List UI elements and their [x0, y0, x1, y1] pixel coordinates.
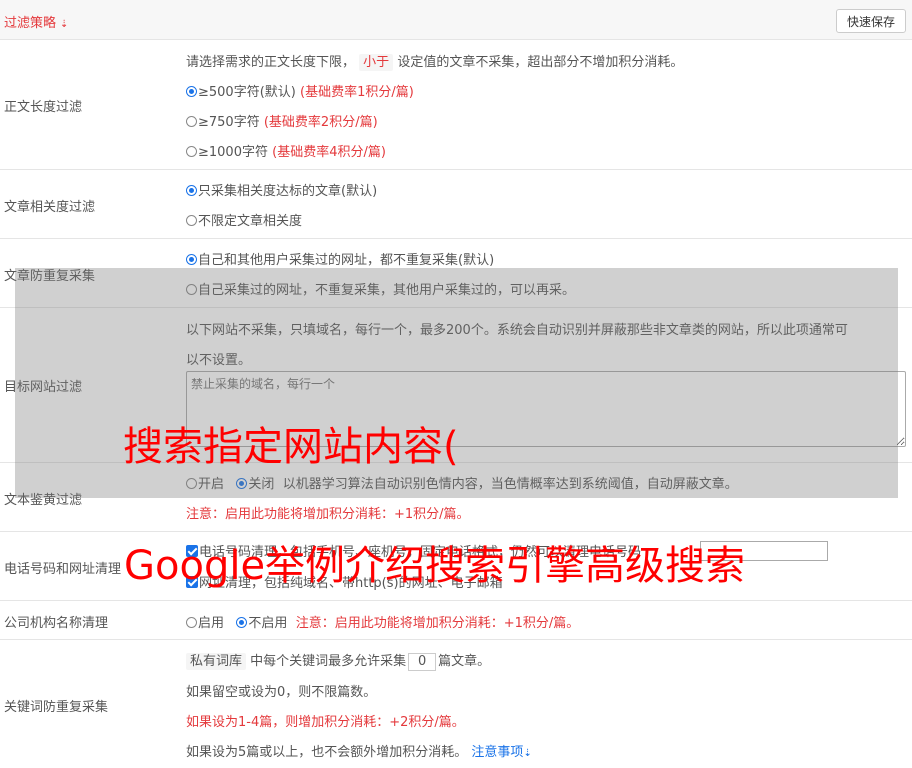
- private-lexicon-badge[interactable]: 私有词库: [186, 653, 247, 670]
- row-site-filter: 目标网站过滤 以下网站不采集，只填域名，每行一个，最多200个。系统会自动识别并…: [0, 308, 912, 463]
- radio-selected[interactable]: [236, 617, 248, 628]
- porn-option-off[interactable]: 关闭: [236, 477, 274, 492]
- keyword-text: 篇文章。: [438, 654, 491, 669]
- option-note: (基础费率2积分/篇): [263, 115, 378, 130]
- option-note: (基础费率4积分/篇): [272, 145, 386, 160]
- dedupe-option-self[interactable]: 自己采集过的网址，不重复采集，其他用户采集过的，可以再采。: [186, 279, 575, 298]
- option-note: (基础费率1积分/篇): [300, 85, 414, 100]
- option-label: 电话号码清理，包括手机号、座机号，固定电话格式，仍然可以清理电话号码: [199, 545, 642, 560]
- keyword-text: 中每个关键词最多允许采集: [250, 654, 407, 669]
- porn-options: 开启 关闭 以机器学习算法自动识别色情内容，当色情概率达到系统阈值，自动屏蔽文章…: [186, 473, 738, 492]
- site-description-1: 以下网站不采集，只填域名，每行一个，最多200个。系统会自动识别并屏蔽那些非文章…: [186, 323, 848, 338]
- keyword-note-3: 如果设为1-4篇，则增加积分消耗：+2积分/篇。: [186, 715, 465, 730]
- option-label: 不限定文章相关度: [198, 214, 303, 229]
- radio-selected[interactable]: [186, 86, 197, 97]
- row-label: 目标网站过滤: [4, 380, 83, 395]
- row-label: 电话号码和网址清理: [4, 562, 122, 577]
- filter-header: 过滤策略 ⇣ 快速保存: [0, 0, 912, 40]
- row-label: 公司机构名称清理: [4, 616, 109, 631]
- row-keyword-dedupe: 关键词防重复采集 私有词库 中每个关键词最多允许采集 0 篇文章。 如果留空或设为0…: [0, 640, 912, 768]
- row-company-cleanup: 公司机构名称清理 启用 不启用 注意：启用此功能将增加积分消耗：+1积分/篇。: [0, 601, 912, 640]
- radio-unselected[interactable]: [186, 478, 197, 489]
- radio-unselected[interactable]: [186, 215, 197, 226]
- radio-unselected[interactable]: [186, 146, 197, 157]
- row-relevance: 文章相关度过滤 只采集相关度达标的文章(默认) 不限定文章相关度: [0, 170, 912, 239]
- keyword-note-2: 如果留空或设为0，则不限篇数。: [186, 685, 377, 700]
- option-label: ≥750字符: [198, 115, 260, 130]
- chevron-double-down-icon: ⇣: [60, 19, 69, 30]
- porn-description: 以机器学习算法自动识别色情内容，当色情概率达到系统阈值，自动屏蔽文章。: [282, 477, 738, 492]
- porn-option-on[interactable]: 开启: [186, 477, 224, 492]
- site-description-2: 以不设置。: [186, 353, 252, 368]
- row-length: 正文长度过滤 请选择需求的正文长度下限， 小于 设定值的文章不采集，超出部分不增…: [0, 40, 912, 170]
- row-label: 正文长度过滤: [4, 100, 83, 115]
- option-label: 关闭: [248, 477, 275, 492]
- option-label: 自己采集过的网址，不重复采集，其他用户采集过的，可以再采。: [198, 283, 576, 298]
- row-dedupe: 文章防重复采集 自己和其他用户采集过的网址，都不重复采集(默认) 自己采集过的网…: [0, 239, 912, 308]
- url-cleanup-option[interactable]: 网址清理，包括纯域名、带http(s)的网址、电子邮箱: [186, 572, 503, 591]
- row-label: 文本鉴黄过滤: [4, 493, 83, 508]
- option-label: 不启用: [248, 616, 288, 631]
- notes-link[interactable]: 注意事项⇣: [471, 745, 531, 760]
- row-label: 文章防重复采集: [4, 269, 96, 284]
- option-label: 自己和其他用户采集过的网址，都不重复采集(默认): [198, 253, 495, 268]
- company-option-on[interactable]: 启用: [186, 616, 224, 631]
- radio-selected[interactable]: [186, 254, 197, 265]
- length-option-1000[interactable]: ≥1000字符 (基础费率4积分/篇): [186, 141, 386, 160]
- checkbox-checked[interactable]: [186, 576, 198, 588]
- dedupe-option-all[interactable]: 自己和其他用户采集过的网址，都不重复采集(默认): [186, 249, 494, 268]
- row-label: 文章相关度过滤: [4, 200, 96, 215]
- radio-unselected[interactable]: [186, 284, 197, 295]
- keyword-note-4: 如果设为5篇或以上，也不会额外增加积分消耗。 注意事项⇣: [186, 741, 532, 760]
- radio-selected[interactable]: [236, 478, 248, 489]
- row-porn-filter: 文本鉴黄过滤 开启 关闭 以机器学习算法自动识别色情内容，当色情概率达到系统阈值…: [0, 463, 912, 532]
- porn-cost-note: 注意：启用此功能将增加积分消耗：+1积分/篇。: [186, 507, 470, 522]
- keyword-limit-line: 私有词库 中每个关键词最多允许采集 0 篇文章。: [186, 650, 490, 671]
- option-label: 只采集相关度达标的文章(默认): [198, 184, 378, 199]
- company-option-off[interactable]: 不启用: [236, 616, 287, 631]
- option-label: 启用: [198, 616, 225, 631]
- option-label: ≥1000字符: [198, 145, 268, 160]
- company-options: 启用 不启用 注意：启用此功能将增加积分消耗：+1积分/篇。: [186, 612, 579, 631]
- radio-selected[interactable]: [186, 185, 197, 196]
- length-description: 请选择需求的正文长度下限， 小于 设定值的文章不采集，超出部分不增加积分消耗。: [186, 51, 684, 71]
- less-than-badge: 小于: [359, 54, 394, 71]
- option-label: 网址清理，包括纯域名、带http(s)的网址、电子邮箱: [199, 576, 503, 591]
- phone-extra-input[interactable]: [700, 541, 828, 561]
- keyword-limit-input[interactable]: 0: [408, 653, 437, 671]
- keyword-text: 如果设为5篇或以上，也不会额外增加积分消耗。: [186, 745, 468, 760]
- notes-link-label: 注意事项: [471, 745, 524, 760]
- length-option-500[interactable]: ≥500字符(默认) (基础费率1积分/篇): [186, 81, 414, 100]
- blocked-domains-textarea[interactable]: [186, 371, 906, 447]
- phone-cleanup-option[interactable]: 电话号码清理，包括手机号、座机号，固定电话格式，仍然可以清理电话号码: [186, 541, 641, 560]
- row-label: 关键词防重复采集: [4, 700, 109, 715]
- section-title-label: 过滤策略: [4, 16, 57, 31]
- chevron-double-down-icon: ⇣: [523, 748, 532, 759]
- radio-unselected[interactable]: [186, 116, 197, 127]
- relevance-option-qualified[interactable]: 只采集相关度达标的文章(默认): [186, 180, 377, 199]
- option-label: ≥500字符(默认): [198, 85, 296, 100]
- desc-text: 请选择需求的正文长度下限，: [186, 55, 356, 70]
- quick-save-button[interactable]: 快速保存: [835, 9, 906, 33]
- radio-unselected[interactable]: [186, 617, 197, 628]
- company-cost-note: 注意：启用此功能将增加积分消耗：+1积分/篇。: [295, 616, 580, 631]
- relevance-option-unlimited[interactable]: 不限定文章相关度: [186, 210, 302, 229]
- section-title[interactable]: 过滤策略 ⇣: [4, 12, 68, 31]
- length-option-750[interactable]: ≥750字符 (基础费率2积分/篇): [186, 111, 378, 130]
- row-phone-cleanup: 电话号码和网址清理 电话号码清理，包括手机号、座机号，固定电话格式，仍然可以清理…: [0, 532, 912, 601]
- checkbox-checked[interactable]: [186, 545, 198, 557]
- desc-text: 设定值的文章不采集，超出部分不增加积分消耗。: [397, 55, 684, 70]
- option-label: 开启: [198, 477, 225, 492]
